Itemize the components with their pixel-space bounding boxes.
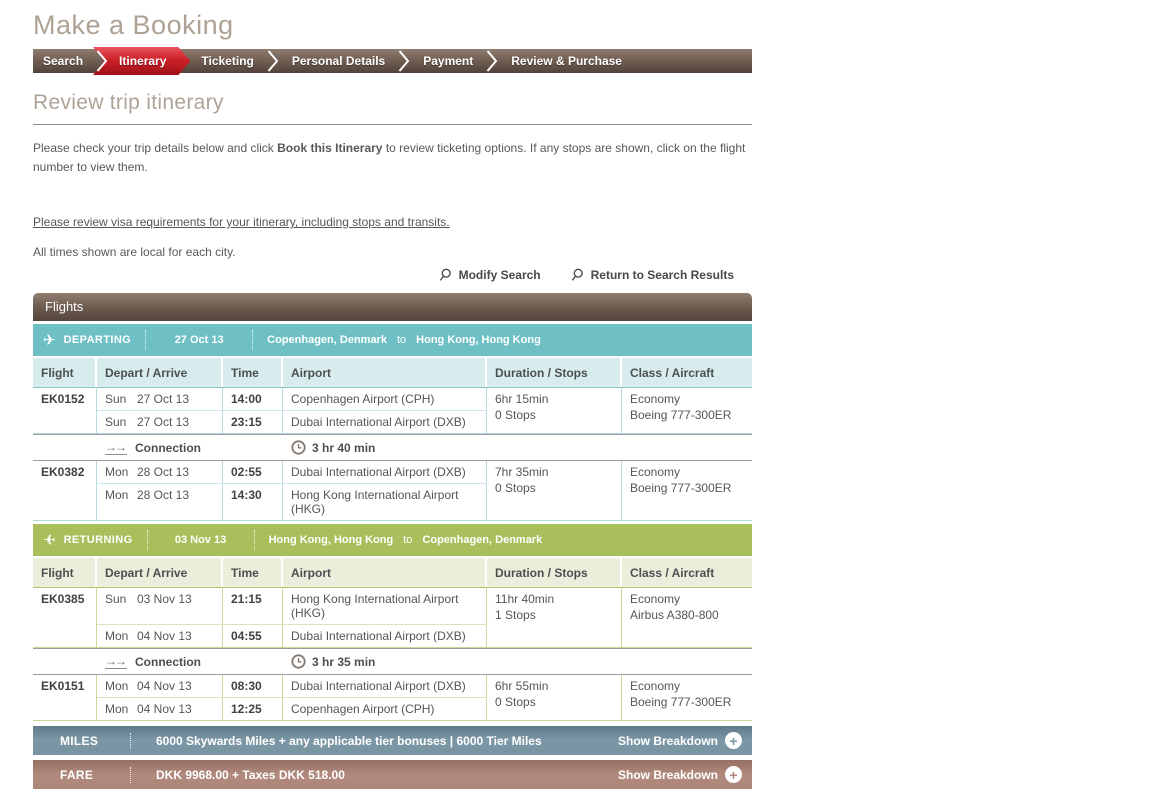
search-icon	[571, 268, 585, 282]
miles-label: MILES	[60, 734, 130, 748]
flight-number[interactable]: EK0151	[33, 675, 97, 720]
fare-label: FARE	[60, 768, 130, 782]
miles-show-breakdown-button[interactable]: Show Breakdown +	[618, 732, 742, 749]
chevron-right-icon	[398, 49, 410, 73]
plane-departing-icon: ✈	[43, 331, 56, 349]
flight-leg: Sun27 Oct 13 14:00 Copenhagen Airport (C…	[97, 388, 487, 410]
modify-search-link[interactable]: Modify Search	[439, 268, 541, 282]
connection-row: →→ Connection 3 hr 35 min	[33, 648, 752, 675]
plane-returning-icon: ✈	[43, 531, 56, 549]
search-icon	[439, 268, 453, 282]
book-itinerary-keyword: Book this Itinerary	[277, 141, 382, 155]
intro-text: Please check your trip details below and…	[33, 139, 752, 176]
clock-icon	[291, 440, 306, 455]
flights-panel-header: Flights	[33, 293, 752, 321]
visa-requirements-link[interactable]: Please review visa requirements for your…	[33, 215, 450, 229]
duration-stops: 11hr 40min 1 Stops	[487, 588, 622, 647]
duration-stops: 6hr 15min 0 Stops	[487, 388, 622, 433]
connection-arrows-icon: →→	[105, 655, 127, 669]
flight-leg: Mon04 Nov 13 12:25 Copenhagen Airport (C…	[97, 697, 487, 720]
section-title: Review trip itinerary	[33, 91, 752, 125]
airport-name: Copenhagen Airport (CPH)	[283, 698, 487, 720]
miles-summary-bar: MILES 6000 Skywards Miles + any applicab…	[33, 726, 752, 755]
dotted-divider	[147, 530, 148, 550]
airport-name: Dubai International Airport (DXB)	[283, 461, 487, 483]
class-aircraft: Economy Airbus A380-800	[622, 588, 752, 647]
returning-date: 03 Nov 13	[162, 534, 240, 546]
class-aircraft: Economy Boeing 777-300ER	[622, 675, 752, 720]
airport-name: Dubai International Airport (DXB)	[283, 625, 487, 647]
fare-show-breakdown-button[interactable]: Show Breakdown +	[618, 766, 742, 783]
table-header-row: Flight Depart / Arrive Time Airport Dura…	[33, 558, 752, 588]
connection-arrows-icon: →→	[105, 441, 127, 455]
miles-summary-text: 6000 Skywards Miles + any applicable tie…	[156, 734, 542, 748]
plus-icon: +	[725, 766, 742, 783]
flight-leg: Sun27 Oct 13 23:15 Dubai International A…	[97, 410, 487, 433]
airport-name: Hong Kong International Airport (HKG)	[283, 588, 487, 624]
step-search[interactable]: Search	[33, 49, 96, 73]
step-review-purchase[interactable]: Review & Purchase	[498, 49, 635, 73]
flight-leg: Mon04 Nov 13 04:55 Dubai International A…	[97, 624, 487, 647]
dotted-divider	[130, 767, 131, 783]
fare-summary-text: DKK 9968.00 + Taxes DKK 518.00	[156, 768, 345, 782]
airport-name: Copenhagen Airport (CPH)	[283, 388, 487, 410]
step-payment[interactable]: Payment	[410, 49, 486, 73]
table-header-row: Flight Depart / Arrive Time Airport Dura…	[33, 358, 752, 388]
flight-segment-row: EK0152 Sun27 Oct 13 14:00 Copenhagen Air…	[33, 388, 752, 434]
step-ticketing[interactable]: Ticketing	[188, 49, 266, 73]
duration-stops: 6hr 55min 0 Stops	[487, 675, 622, 720]
connection-duration: 3 hr 35 min	[312, 655, 375, 669]
chevron-right-icon	[96, 49, 108, 73]
returning-route: Hong Kong, Hong Kong to Copenhagen, Denm…	[269, 534, 543, 546]
page-title: Make a Booking	[33, 10, 785, 41]
flight-number[interactable]: EK0385	[33, 588, 97, 647]
duration-stops: 7hr 35min 0 Stops	[487, 461, 622, 520]
returning-header-bar: ✈ RETURNING 03 Nov 13 Hong Kong, Hong Ko…	[33, 524, 752, 556]
step-personal-details[interactable]: Personal Details	[279, 49, 398, 73]
departing-header-bar: ✈ DEPARTING 27 Oct 13 Copenhagen, Denmar…	[33, 324, 752, 356]
dotted-divider	[252, 330, 253, 350]
airport-name: Dubai International Airport (DXB)	[283, 411, 487, 433]
connection-duration: 3 hr 40 min	[312, 441, 375, 455]
class-aircraft: Economy Boeing 777-300ER	[622, 461, 752, 520]
dotted-divider	[254, 530, 255, 550]
flight-leg: Sun03 Nov 13 21:15 Hong Kong Internation…	[97, 588, 487, 624]
flights-panel: Flights ✈ DEPARTING 27 Oct 13 Copenhagen…	[33, 293, 752, 789]
flight-leg: Mon28 Oct 13 02:55 Dubai International A…	[97, 461, 487, 483]
plus-icon: +	[725, 732, 742, 749]
class-aircraft: Economy Boeing 777-300ER	[622, 388, 752, 433]
clock-icon	[291, 654, 306, 669]
local-times-note: All times shown are local for each city.	[33, 245, 752, 259]
return-to-search-results-link[interactable]: Return to Search Results	[571, 268, 734, 282]
flight-number[interactable]: EK0382	[33, 461, 97, 520]
departing-flights-table: Flight Depart / Arrive Time Airport Dura…	[33, 358, 752, 521]
booking-progress-bar: Search Itinerary Ticketing Personal Deta…	[33, 49, 752, 73]
flight-leg: Mon28 Oct 13 14:30 Hong Kong Internation…	[97, 483, 487, 520]
fare-summary-bar: FARE DKK 9968.00 + Taxes DKK 518.00 Show…	[33, 760, 752, 789]
flight-number[interactable]: EK0152	[33, 388, 97, 433]
chevron-right-icon	[486, 49, 498, 73]
flight-segment-row: EK0385 Sun03 Nov 13 21:15 Hong Kong Inte…	[33, 588, 752, 648]
departing-date: 27 Oct 13	[160, 334, 238, 346]
dotted-divider	[130, 733, 131, 749]
departing-route: Copenhagen, Denmark to Hong Kong, Hong K…	[267, 334, 541, 346]
dotted-divider	[145, 330, 146, 350]
connection-row: →→ Connection 3 hr 40 min	[33, 434, 752, 461]
flight-segment-row: EK0382 Mon28 Oct 13 02:55 Dubai Internat…	[33, 461, 752, 521]
returning-flights-table: Flight Depart / Arrive Time Airport Dura…	[33, 558, 752, 721]
flight-leg: Mon04 Nov 13 08:30 Dubai International A…	[97, 675, 487, 697]
chevron-right-icon	[267, 49, 279, 73]
flight-segment-row: EK0151 Mon04 Nov 13 08:30 Dubai Internat…	[33, 675, 752, 721]
airport-name: Hong Kong International Airport (HKG)	[283, 484, 487, 520]
airport-name: Dubai International Airport (DXB)	[283, 675, 487, 697]
